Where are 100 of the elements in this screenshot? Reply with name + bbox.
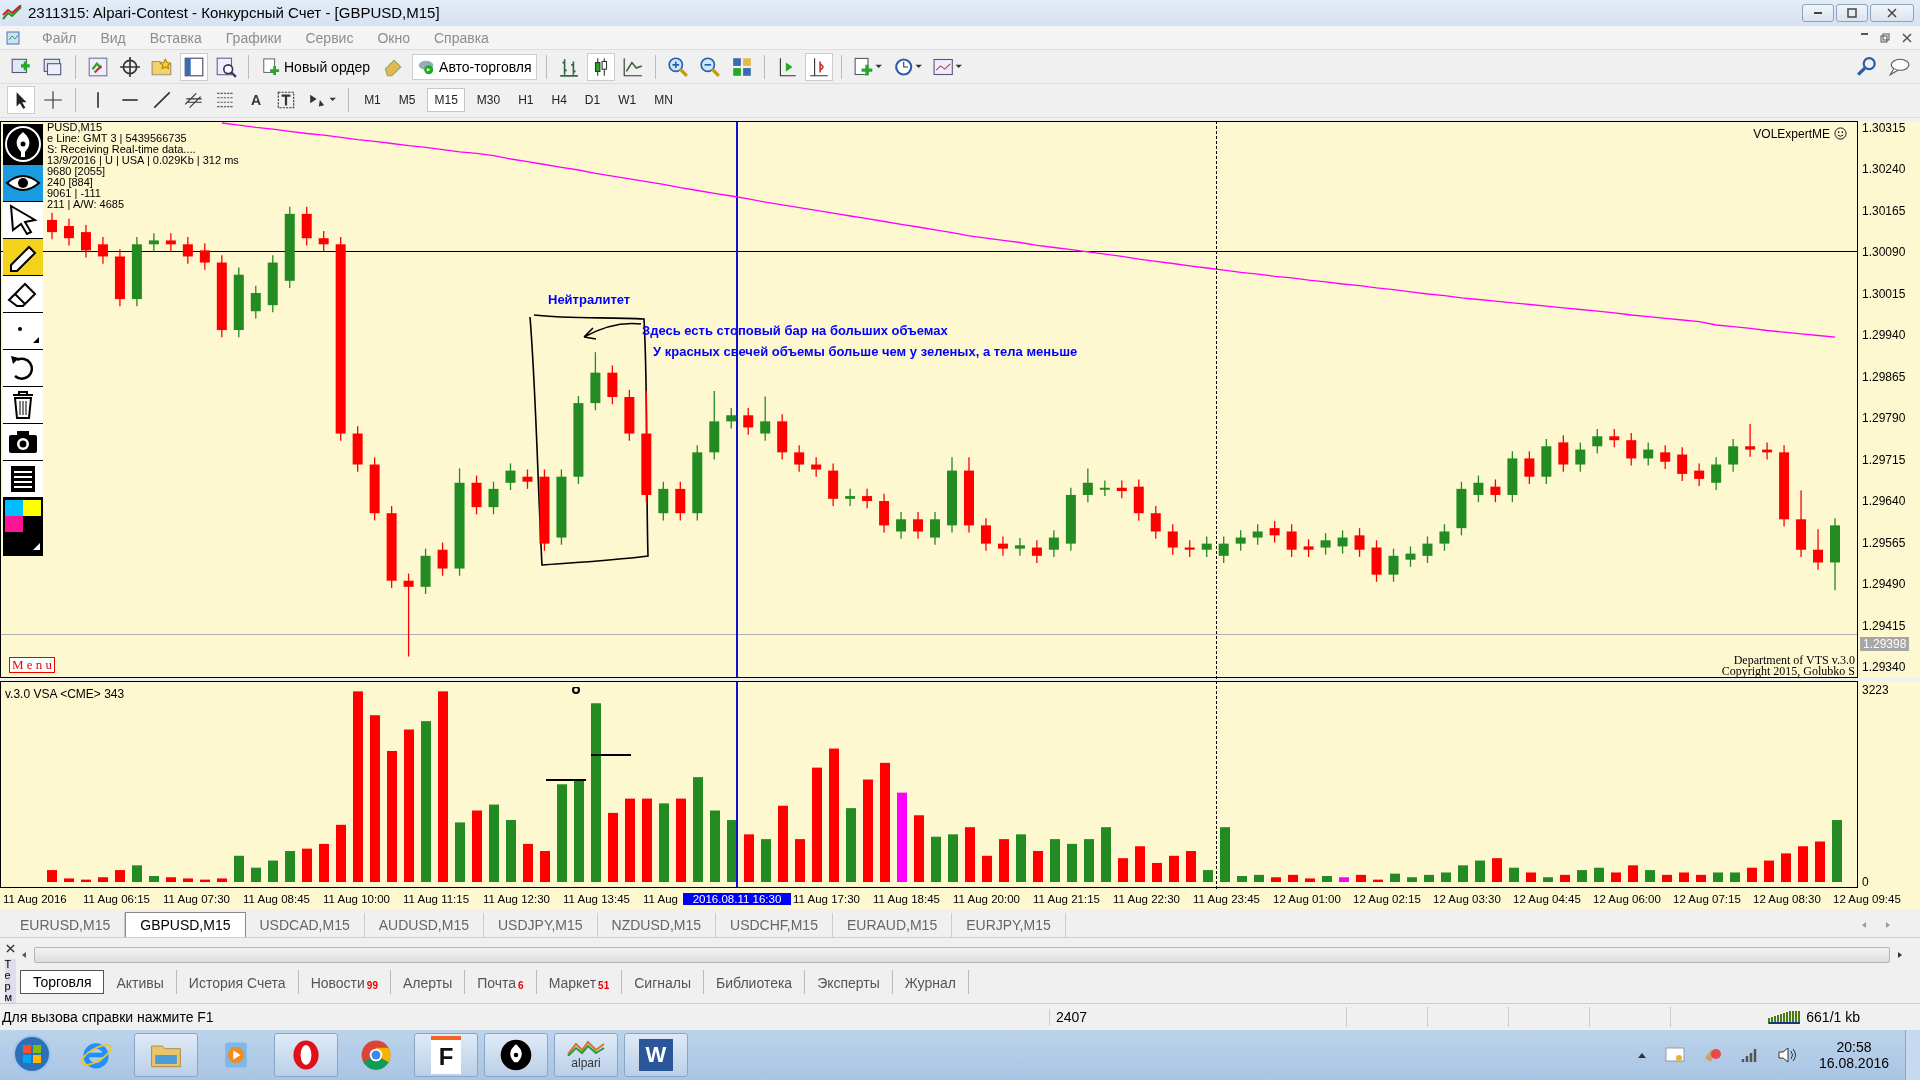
timeframe-button[interactable]: M30 [470, 89, 507, 112]
time-label: 12 Aug 07:15 [1673, 892, 1742, 905]
price-label: 1.30165 [1862, 203, 1906, 218]
bar [506, 819, 516, 882]
minimize-icon[interactable] [1861, 32, 1868, 35]
clock-time[interactable]: 20:58 [1836, 1039, 1872, 1055]
candlestick [1031, 539, 1042, 564]
bar [625, 798, 635, 882]
candlestick [1609, 428, 1620, 448]
pencil-icon[interactable] [3, 238, 43, 275]
pen-nib-logo-icon[interactable] [3, 123, 43, 164]
close-icon[interactable] [5, 944, 15, 954]
current-price-label: 1.29398 [1860, 636, 1910, 651]
taskbar-button[interactable] [484, 1033, 548, 1077]
bar [251, 867, 261, 882]
eye-icon[interactable] [3, 164, 43, 201]
list-icon[interactable] [3, 460, 43, 497]
taskbar-button[interactable]: alpari [554, 1033, 618, 1077]
signal-icon[interactable] [1740, 1047, 1759, 1063]
bar [1101, 826, 1111, 882]
timeframe-button[interactable]: MN [648, 89, 679, 112]
maximize-icon [1847, 7, 1857, 18]
close-button[interactable] [1870, 3, 1914, 22]
bar [472, 810, 482, 882]
scroll-left-icon[interactable] [20, 951, 28, 960]
taskbar-button[interactable]: W [624, 1033, 688, 1077]
timeframe-button[interactable]: M1 [358, 89, 387, 112]
speaker-icon[interactable] [1776, 1046, 1797, 1064]
auto-trading-button[interactable]: Авто-торговля [412, 53, 537, 80]
candlestick [845, 487, 856, 507]
chart-tab[interactable]: GBPUSD,M15 [125, 912, 246, 938]
bar [1747, 867, 1757, 882]
chart-shift-icon[interactable] [805, 53, 832, 80]
info-line: 13/9/2016 | U | USA | 0.029Kb | 312 ms [47, 154, 239, 166]
camera-icon[interactable] [3, 423, 43, 460]
chart-tab[interactable]: USDJPY,M15 [484, 913, 598, 938]
candlestick [1337, 529, 1348, 554]
terminal-tab[interactable]: Новости 99 [298, 970, 391, 995]
bar [948, 833, 958, 882]
bar [1594, 867, 1604, 882]
terminal-tab[interactable]: История Счета [176, 970, 299, 995]
clock-date[interactable]: 16.08.2016 [1818, 1055, 1889, 1071]
candlestick [1677, 446, 1688, 482]
close-icon[interactable] [1902, 32, 1912, 43]
timeframe-button[interactable]: H4 [545, 89, 573, 112]
menu-label[interactable]: M e n u [9, 656, 56, 673]
bar [421, 720, 431, 882]
text-tool[interactable]: A [245, 92, 268, 109]
traffic-text: 661/1 kb [1805, 1009, 1861, 1026]
minimize-button[interactable] [1802, 3, 1834, 22]
terminal-tab[interactable]: Алерты [390, 970, 466, 995]
bar [1084, 838, 1094, 882]
cursor-icon[interactable] [8, 87, 34, 114]
maximize-button[interactable] [1836, 3, 1868, 22]
candlestick [250, 284, 261, 319]
bar [863, 779, 873, 882]
terminal-tab[interactable]: Торговля [20, 970, 105, 995]
timeframe-button[interactable]: D1 [578, 89, 607, 112]
credit-text: Copyright 2015, Golubko S [1721, 665, 1855, 677]
timeframe-button[interactable]: M5 [392, 89, 422, 112]
terminal-tab[interactable]: Почта6 [465, 970, 537, 995]
chart-tab[interactable]: EURAUD,M15 [832, 913, 953, 938]
navigator-icon[interactable] [181, 53, 207, 80]
chart-tab[interactable]: NZDUSD,M15 [597, 913, 717, 938]
undo-icon[interactable] [3, 349, 43, 386]
candlestick [80, 223, 91, 258]
price-label: 1.30015 [1862, 286, 1906, 301]
candlestick [437, 541, 448, 577]
time-label: 11 Aug 23:45 [1193, 892, 1261, 905]
restore-icon[interactable] [1880, 32, 1890, 43]
chart-tab[interactable]: USDCAD,M15 [245, 913, 365, 938]
trash-icon[interactable] [3, 386, 43, 423]
chart-tab[interactable]: AUDUSD,M15 [364, 913, 484, 938]
chart-tab[interactable]: USDCHF,M15 [716, 913, 833, 938]
timeframe-button[interactable]: H1 [512, 89, 540, 112]
new-order-button[interactable]: Новый ордер [258, 53, 375, 80]
terminal-tab[interactable]: Библиотека [704, 970, 806, 995]
terminal-tab[interactable]: Журнал [892, 970, 969, 995]
time-label: 11 Aug 20:00 [953, 892, 1021, 905]
bar [1713, 872, 1723, 882]
bar [1628, 864, 1638, 882]
terminal-tab[interactable]: Маркет51 [536, 970, 623, 995]
candlestick [1575, 441, 1586, 472]
timeframe-button[interactable]: W1 [612, 89, 643, 112]
eraser-icon[interactable] [3, 275, 43, 312]
scrollbar-thumb[interactable] [34, 947, 1890, 964]
dot-size-icon[interactable] [3, 312, 43, 349]
bar [234, 855, 244, 882]
timeframe-button[interactable]: M15 [427, 88, 465, 113]
candlestick-icon[interactable] [587, 53, 614, 80]
terminal-tab[interactable]: Сигналы [622, 970, 704, 995]
scroll-right-icon[interactable] [1896, 951, 1904, 960]
show-hidden-icons[interactable] [1636, 1051, 1647, 1059]
cursor-icon[interactable] [3, 201, 43, 238]
terminal-tab[interactable]: Эксперты [805, 970, 893, 995]
terminal-tab[interactable]: Активы [104, 970, 177, 995]
chart-tab[interactable]: EURJPY,M15 [952, 913, 1066, 938]
info-line: PUSD,M15 [47, 121, 104, 133]
taskbar-button[interactable]: F [414, 1033, 478, 1077]
volume-axis-label: 3223 [1862, 682, 1889, 697]
